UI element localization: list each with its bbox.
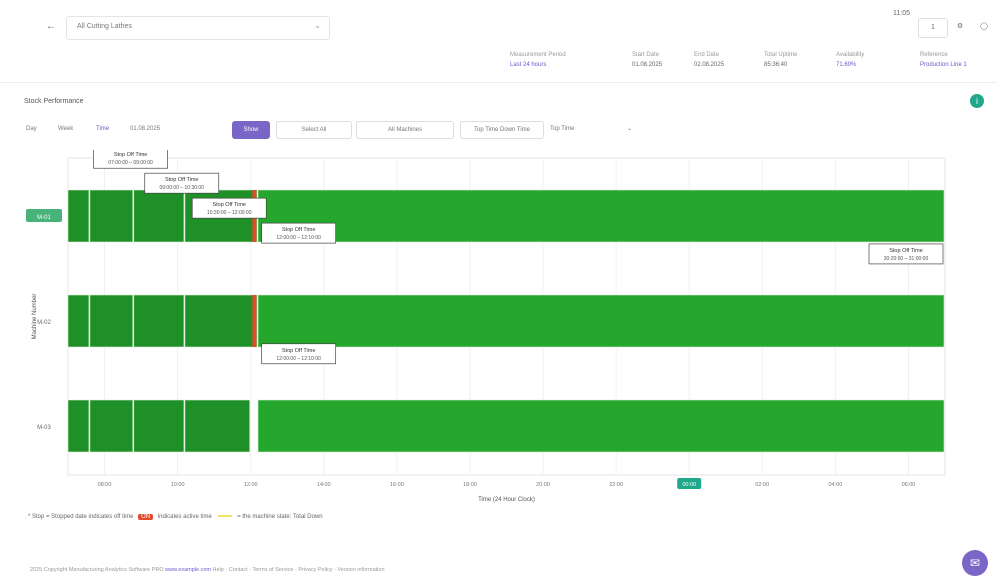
row-label: M-03: [37, 425, 51, 431]
timeline-segment: [257, 189, 945, 243]
x-tick-label: 04:00: [828, 482, 842, 488]
annotation-range: 12:00:00 – 12:10:00: [276, 356, 321, 362]
date-field[interactable]: 01.08.2025: [130, 121, 160, 137]
metric-reference: Reference Production Line 1: [920, 52, 967, 68]
footer-copyright: 2025 Copyright Manufacturing Analytics S…: [30, 567, 164, 573]
annotation-range: 30:20:00 – 31:00:00: [884, 256, 929, 262]
timeline-segment: [133, 294, 185, 348]
timeline-segment: [257, 399, 945, 453]
timeline-chart: M-01 M-02 M-03 Stop Off Time 07:00:00 – 09:0…: [20, 147, 970, 510]
header-divider: [0, 82, 997, 83]
timeline-segment: [184, 294, 258, 348]
machine-selector-value: All Cutting Lathes: [77, 23, 132, 30]
footer-link[interactable]: www.example.com: [165, 567, 211, 573]
timeline-segment: [89, 294, 134, 348]
legend-text-3: = the machine state: Total Down: [237, 514, 323, 520]
footer-links[interactable]: Help · Contact · Terms of Service · Priv…: [213, 567, 385, 573]
timeline-chart-svg: M-01 M-02 M-03 Stop Off Time 07:00:00 – 09:0…: [26, 147, 946, 503]
annotation-label: Stop Off Time: [165, 177, 199, 183]
footer: 2025 Copyright Manufacturing Analytics S…: [30, 567, 385, 573]
row-label: M-02: [37, 320, 51, 326]
info-icon[interactable]: i: [970, 94, 984, 108]
y-axis-label: Machine Number: [32, 294, 38, 340]
x-tick-label: 22:00: [609, 482, 623, 488]
x-tick-label: 10:00: [171, 482, 185, 488]
timeline-segment: [133, 189, 185, 243]
annotation-label: Stop Off Time: [212, 202, 246, 208]
metric-end: End Date 02.08.2025: [694, 52, 725, 68]
chevron-down-icon: ⌄: [626, 126, 632, 132]
annotation-range: 12:00:00 – 12:10:00: [276, 235, 321, 241]
tab-time[interactable]: Time: [96, 121, 109, 137]
chevron-down-icon: ⌄: [314, 21, 321, 30]
annotation-label: Stop Off Time: [114, 152, 148, 158]
annotation-range: 10:30:00 – 12:00:00: [207, 210, 252, 216]
metric-period-link[interactable]: Last 24 hours: [510, 62, 566, 68]
legend-text-2: indicates active time: [157, 514, 212, 520]
x-axis-label: Time (24 Hour Clock): [478, 497, 535, 503]
user-icon[interactable]: ◯: [976, 18, 992, 36]
toolbar-button[interactable]: 1: [918, 18, 948, 38]
timeline-segment: [184, 399, 251, 453]
tab-day[interactable]: Day: [26, 121, 37, 137]
settings-icon[interactable]: ⚙: [952, 18, 968, 36]
legend-text-1: * Stop = Stopped date indicates off time: [28, 514, 134, 520]
x-tick-label: 20:00: [536, 482, 550, 488]
x-tick-label: 00:00: [682, 482, 696, 488]
tab-week[interactable]: Week: [58, 121, 73, 137]
metric-period: Measurement Period Last 24 hours: [510, 52, 566, 68]
timeline-segment: [89, 189, 134, 243]
x-tick-label: 02:00: [755, 482, 769, 488]
timeline-segment: [67, 399, 90, 453]
timeline-segment: [67, 294, 90, 348]
metric-availability: Availability 71.69%: [836, 52, 865, 68]
legend-badge: ON: [138, 514, 154, 520]
timeline-segment: [133, 399, 185, 453]
row-label: M-01: [37, 215, 51, 221]
top-time-down-button[interactable]: Top Time Down Time: [460, 121, 544, 139]
x-tick-label: 06:00: [902, 482, 916, 488]
all-machines-button[interactable]: All Machines: [356, 121, 454, 139]
annotation-label: Stop Off Time: [282, 227, 316, 233]
metric-availability-link[interactable]: 71.69%: [836, 62, 864, 68]
select-all-button[interactable]: Select All: [276, 121, 352, 139]
top-time-select[interactable]: Top Time ⌄: [550, 121, 634, 137]
show-button[interactable]: Show: [232, 121, 270, 139]
x-tick-label: 18:00: [463, 482, 477, 488]
stop-marker: [252, 295, 257, 347]
annotation-range: 07:00:00 – 09:00:00: [108, 160, 153, 166]
timeline-segment: [67, 189, 90, 243]
chart-legend: * Stop = Stopped date indicates off time…: [28, 514, 323, 520]
arrow-left-icon[interactable]: ←: [44, 20, 58, 34]
metric-uptime: Total Uptime 85:36:40: [764, 52, 798, 68]
x-tick-label: 12:00: [244, 482, 258, 488]
metric-reference-link[interactable]: Production Line 1: [920, 62, 967, 68]
x-tick-label: 14:00: [317, 482, 331, 488]
x-tick-label: 08:00: [98, 482, 112, 488]
clock: 11:05: [893, 10, 910, 17]
metric-start: Start Date 01.08.2025: [632, 52, 663, 68]
machine-selector[interactable]: All Cutting Lathes ⌄: [66, 16, 330, 40]
annotation-label: Stop Off Time: [282, 348, 316, 354]
legend-swatch: [217, 515, 232, 518]
chat-icon[interactable]: ✉: [962, 550, 988, 576]
timeline-segment: [89, 399, 134, 453]
annotation-label: Stop Off Time: [889, 248, 923, 254]
top-time-select-value: Top Time: [550, 126, 575, 132]
annotation-range: 09:00:00 – 10:30:00: [159, 185, 204, 191]
timeline-segment: [257, 294, 945, 348]
x-tick-label: 16:00: [390, 482, 404, 488]
panel-title: Stock Performance: [24, 98, 84, 105]
